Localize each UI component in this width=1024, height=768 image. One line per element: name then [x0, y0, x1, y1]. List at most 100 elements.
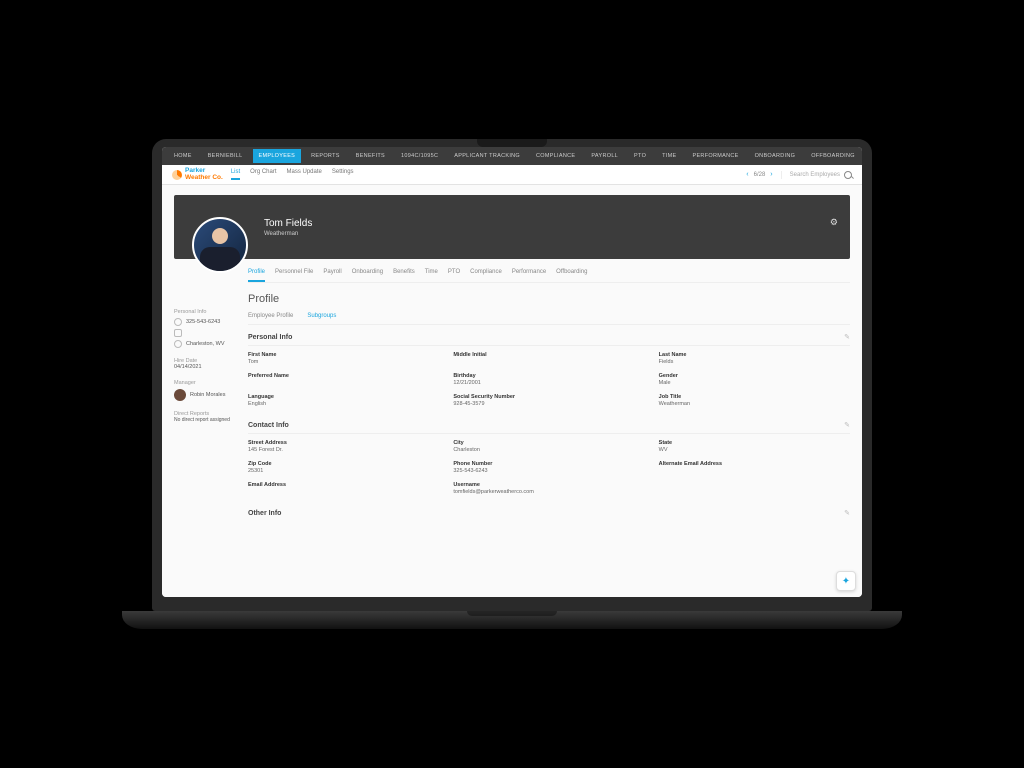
field: StateWV: [659, 440, 850, 453]
pager-next-icon[interactable]: ›: [770, 171, 772, 178]
nav-berniebill[interactable]: BERNIEBILL: [202, 149, 249, 163]
search-box[interactable]: Search Employees: [781, 171, 852, 179]
field: Street Address145 Forest Dr.: [248, 440, 439, 453]
sidebar-directreports-value: No direct report assigned: [174, 417, 236, 423]
tab-personnel-file[interactable]: Personnel File: [275, 269, 313, 282]
pager-label: 6/28: [754, 172, 766, 178]
pager-prev-icon[interactable]: ‹: [746, 171, 748, 178]
viewtab-employee-profile[interactable]: Employee Profile: [248, 313, 293, 319]
field: CityCharleston: [453, 440, 644, 453]
subtab-massupdate[interactable]: Mass Update: [287, 169, 322, 180]
field: Zip Code25301: [248, 461, 439, 474]
brand-logo[interactable]: Parker Weather Co.: [172, 168, 223, 181]
field-label: First Name: [248, 352, 439, 358]
screen: HOME BERNIEBILL EMPLOYEES REPORTS BENEFI…: [162, 147, 862, 597]
screen-bezel: HOME BERNIEBILL EMPLOYEES REPORTS BENEFI…: [152, 139, 872, 611]
profile-name: Tom Fields: [264, 218, 312, 229]
tab-onboarding[interactable]: Onboarding: [352, 269, 383, 282]
section-contact-info: Contact Info ✎ Street Address145 Forest …: [248, 421, 850, 495]
field-value: 12/21/2001: [453, 380, 644, 386]
tab-profile[interactable]: Profile: [248, 269, 265, 282]
edit-other-icon[interactable]: ✎: [844, 509, 850, 517]
profile-sidebar: Personal Info 325-543-6243 Charleston, W…: [174, 259, 236, 535]
field-value: 928-45-3579: [453, 401, 644, 407]
nav-performance[interactable]: PERFORMANCE: [687, 149, 745, 163]
nav-compliance[interactable]: COMPLIANCE: [530, 149, 581, 163]
location-icon: [174, 340, 182, 348]
notch: [477, 139, 547, 147]
sub-tabs: List Org Chart Mass Update Settings: [231, 169, 354, 180]
tab-offboarding[interactable]: Offboarding: [556, 269, 587, 282]
field-value: Male: [659, 380, 850, 386]
sidebar-manager-label: Manager: [174, 380, 236, 386]
view-tabs: Employee Profile Subgroups: [248, 313, 850, 325]
help-fab[interactable]: ✦: [836, 571, 856, 591]
field-label: Street Address: [248, 440, 439, 446]
field-label: Zip Code: [248, 461, 439, 467]
nav-benefits[interactable]: BENEFITS: [350, 149, 391, 163]
nav-employees[interactable]: EMPLOYEES: [253, 149, 302, 163]
profile-photo[interactable]: [192, 217, 248, 273]
nav-1094c[interactable]: 1094C/1095C: [395, 149, 444, 163]
tab-pto[interactable]: PTO: [448, 269, 460, 282]
viewtab-subgroups[interactable]: Subgroups: [307, 313, 336, 319]
top-nav: HOME BERNIEBILL EMPLOYEES REPORTS BENEFI…: [162, 147, 862, 165]
field-label: Alternate Email Address: [659, 461, 850, 467]
field: Last NameFields: [659, 352, 850, 365]
section-other-info: Other Info ✎: [248, 509, 850, 521]
tab-performance[interactable]: Performance: [512, 269, 546, 282]
pager: ‹ 6/28 ›: [746, 171, 772, 178]
section-personal-info: Personal Info ✎ First NameTom Middle Init…: [248, 333, 850, 407]
profile-role: Weatherman: [264, 231, 312, 237]
mail-icon: [174, 329, 182, 337]
section-title-personal: Personal Info: [248, 334, 292, 341]
nav-offboarding[interactable]: OFFBOARDING: [805, 149, 861, 163]
field-label: Username: [453, 482, 644, 488]
subtab-settings[interactable]: Settings: [332, 169, 354, 180]
tab-benefits[interactable]: Benefits: [393, 269, 415, 282]
field: [659, 482, 850, 495]
profile-main: Profile Personnel File Payroll Onboardin…: [248, 259, 850, 535]
brand-line2: Weather Co.: [185, 175, 223, 182]
tab-payroll[interactable]: Payroll: [323, 269, 341, 282]
field-label: Language: [248, 394, 439, 400]
field: Phone Number325-543-6243: [453, 461, 644, 474]
field: LanguageEnglish: [248, 394, 439, 407]
field-label: Job Title: [659, 394, 850, 400]
field-value: Tom: [248, 359, 439, 365]
nav-reports[interactable]: REPORTS: [305, 149, 346, 163]
subtab-list[interactable]: List: [231, 169, 240, 180]
tab-compliance[interactable]: Compliance: [470, 269, 502, 282]
field: Birthday12/21/2001: [453, 373, 644, 386]
field-value: 145 Forest Dr.: [248, 447, 439, 453]
nav-time[interactable]: TIME: [656, 149, 682, 163]
field-label: Social Security Number: [453, 394, 644, 400]
field-value: 325-543-6243: [453, 468, 644, 474]
sidebar-manager[interactable]: Robin Morales: [174, 389, 236, 401]
nav-onboarding[interactable]: ONBOARDING: [749, 149, 802, 163]
field-value: Weatherman: [659, 401, 850, 407]
field: First NameTom: [248, 352, 439, 365]
sidebar-hiredate: 04/14/2021: [174, 364, 236, 370]
field-value: Charleston: [453, 447, 644, 453]
section-title-contact: Contact Info: [248, 422, 289, 429]
field: GenderMale: [659, 373, 850, 386]
field-value: English: [248, 401, 439, 407]
nav-home[interactable]: HOME: [168, 149, 198, 163]
field-label: Phone Number: [453, 461, 644, 467]
edit-personal-icon[interactable]: ✎: [844, 333, 850, 341]
tab-time[interactable]: Time: [425, 269, 438, 282]
edit-contact-icon[interactable]: ✎: [844, 421, 850, 429]
field-label: State: [659, 440, 850, 446]
field: Usernametomfields@parkerweatherco.com: [453, 482, 644, 495]
field: Job TitleWeatherman: [659, 394, 850, 407]
subtab-orgchart[interactable]: Org Chart: [250, 169, 276, 180]
employee-tabs: Profile Personnel File Payroll Onboardin…: [248, 261, 850, 283]
gear-icon[interactable]: ⚙: [830, 217, 838, 228]
field-value: Fields: [659, 359, 850, 365]
nav-pto[interactable]: PTO: [628, 149, 652, 163]
nav-applicant-tracking[interactable]: APPLICANT TRACKING: [448, 149, 526, 163]
field-value: 25301: [248, 468, 439, 474]
field-label: Middle Initial: [453, 352, 644, 358]
nav-payroll[interactable]: PAYROLL: [585, 149, 624, 163]
